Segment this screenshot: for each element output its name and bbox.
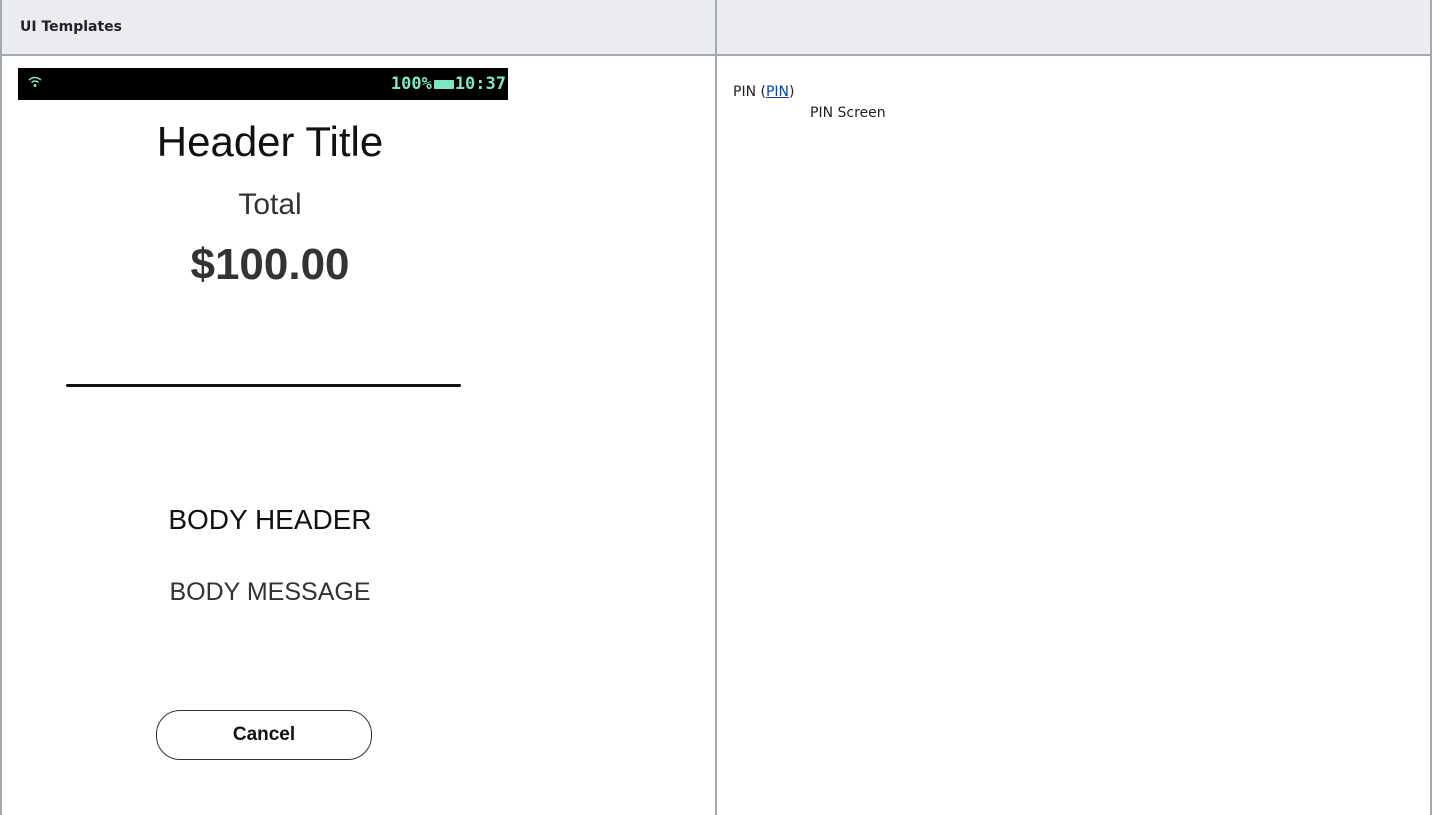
pin-link[interactable]: PIN [766,84,789,100]
pin-screen-preview: 100% 10:37 Header Title Total $100.00 BO… [18,68,508,808]
body-message: BODY MESSAGE [169,578,371,606]
header-title: Header Title [156,118,384,165]
body-header: BODY HEADER [168,504,372,535]
cancel-button[interactable]: Cancel [156,710,372,760]
status-time: 10:37 [454,74,506,94]
status-right: 100% 10:37 [391,74,506,94]
table-header-empty [715,0,1432,56]
ui-templates-table: UI Templates 100% 10:37 Header Title Tot… [0,0,1432,815]
battery-icon [433,79,454,89]
template-description-cell: PIN (PIN) PIN Screen [715,54,1432,815]
status-bar: 100% 10:37 [18,68,508,100]
definition-description: PIN Screen [810,105,886,121]
definition-term: PIN (PIN) [733,82,1430,102]
wifi-icon [28,76,42,87]
term-suffix: ) [789,84,795,100]
term-prefix: PIN ( [733,84,766,100]
pin-entry-line[interactable] [66,384,461,387]
total-label: Total [238,188,302,221]
battery-percent: 100% [390,74,432,94]
total-amount: $100.00 [190,240,350,289]
definition-list: PIN (PIN) PIN Screen [717,56,1430,124]
template-preview-cell: 100% 10:37 Header Title Total $100.00 BO… [0,54,717,815]
table-header-ui-templates: UI Templates [0,0,717,56]
